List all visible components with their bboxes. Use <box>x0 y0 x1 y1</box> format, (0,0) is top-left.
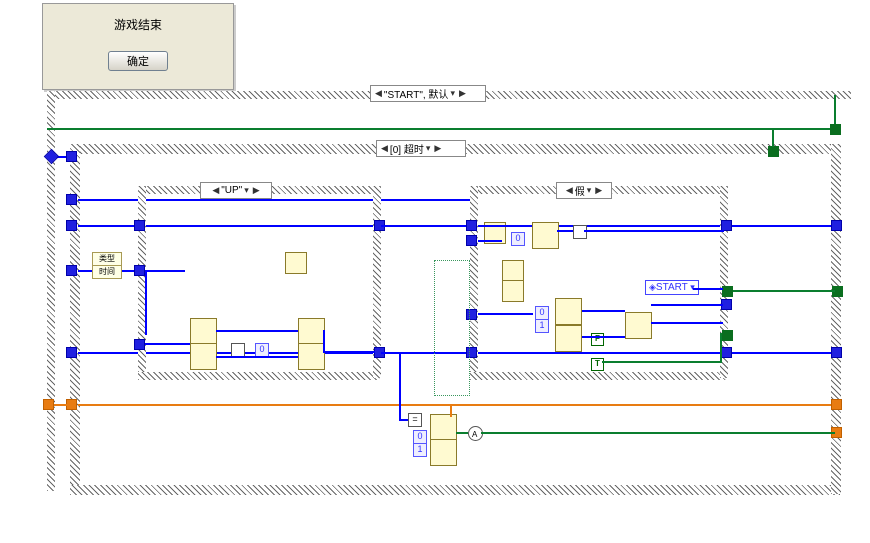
unbundle-by-name: 类型 时间 <box>92 252 122 279</box>
tunnel-blue <box>135 266 144 275</box>
decrement-icon <box>231 343 245 357</box>
cluster-icon <box>285 252 307 274</box>
event-right <box>831 144 841 494</box>
function-icon <box>532 222 559 249</box>
tunnel-blue <box>67 348 76 357</box>
numeric-constant: 0 <box>413 430 427 444</box>
tunnel-green <box>768 146 779 157</box>
right-case-label: 假 <box>575 183 585 198</box>
down-arrow-icon[interactable]: ▾ <box>585 185 594 196</box>
outer-selector-label: "START", 默认 <box>384 86 449 101</box>
down-arrow-icon[interactable]: ▾ <box>448 88 457 99</box>
left-arrow-icon[interactable]: ◀ <box>210 185 221 196</box>
enum-constant-start[interactable]: ◈START ▾ <box>645 280 699 295</box>
function-icon <box>625 312 652 339</box>
right-case-selector[interactable]: ◀ 假 ▾ ▶ <box>556 182 612 199</box>
numeric-constant: 1 <box>413 443 427 457</box>
right-arrow-icon[interactable]: ▶ <box>457 88 468 99</box>
tunnel-orange <box>832 400 841 409</box>
down-arrow-icon[interactable]: ▾ <box>242 185 251 196</box>
tunnel-blue <box>67 266 76 275</box>
right-arrow-icon[interactable]: ▶ <box>593 185 604 196</box>
function-icon <box>430 439 457 466</box>
tunnel-blue <box>832 221 841 230</box>
numeric-constant: 0 <box>535 306 549 320</box>
function-icon <box>555 298 582 325</box>
tunnel-blue <box>67 195 76 204</box>
event-selector-label: [0] 超时 <box>390 141 424 156</box>
numeric-constant: 0 <box>511 232 525 246</box>
unbundle-field-time: 时间 <box>93 266 121 278</box>
event-bottom <box>70 485 840 495</box>
right-arrow-icon[interactable]: ▶ <box>432 143 443 154</box>
event-selector[interactable]: ◀ [0] 超时 ▾ ▶ <box>376 140 466 157</box>
function-icon <box>190 343 217 370</box>
function-icon <box>190 318 217 345</box>
dialog-title: 游戏结束 <box>43 16 233 33</box>
equal-icon: = <box>408 413 422 427</box>
outer-case-selector[interactable]: ◀ "START", 默认 ▾ ▶ <box>370 85 486 102</box>
ok-button[interactable]: 确定 <box>108 51 168 71</box>
greater-icon <box>573 225 587 239</box>
numeric-constant: 1 <box>535 319 549 333</box>
tunnel-orange <box>44 400 53 409</box>
tunnel-blue <box>832 348 841 357</box>
flat-sequence <box>434 260 470 396</box>
tunnel-blue <box>67 221 76 230</box>
left-arrow-icon[interactable]: ◀ <box>379 143 390 154</box>
tunnel-blue <box>467 236 476 245</box>
left-case-label: "UP" <box>221 185 242 196</box>
numeric-constant: 0 <box>255 343 269 357</box>
bool-constant-false: F <box>591 333 604 346</box>
tunnel-green <box>830 124 841 135</box>
function-icon <box>555 325 582 352</box>
tunnel-blue <box>722 300 731 309</box>
tunnel-blue <box>467 221 476 230</box>
bool-constant-true: T <box>591 358 604 371</box>
tunnel-green <box>722 286 733 297</box>
left-case-selector[interactable]: ◀ "UP" ▾ ▶ <box>200 182 272 199</box>
function-icon <box>298 343 325 370</box>
unbundle-field-type: 类型 <box>93 253 121 266</box>
right-case-bottom <box>470 372 726 380</box>
tunnel-blue <box>135 340 144 349</box>
svg-text:A: A <box>472 430 478 439</box>
cluster-icon <box>502 280 524 302</box>
right-arrow-icon[interactable]: ▶ <box>251 185 262 196</box>
down-arrow-icon[interactable]: ▾ <box>424 143 433 154</box>
function-icon <box>298 318 325 345</box>
tunnel-blue <box>722 348 731 357</box>
left-arrow-icon[interactable]: ◀ <box>373 88 384 99</box>
function-icon <box>430 414 457 441</box>
tunnel-blue <box>67 152 76 161</box>
tunnel-green <box>722 330 733 341</box>
tunnel-blue <box>722 221 731 230</box>
left-case-bottom <box>138 372 380 380</box>
cluster-icon <box>502 260 524 282</box>
left-arrow-icon[interactable]: ◀ <box>564 185 575 196</box>
tunnel-blue <box>135 221 144 230</box>
